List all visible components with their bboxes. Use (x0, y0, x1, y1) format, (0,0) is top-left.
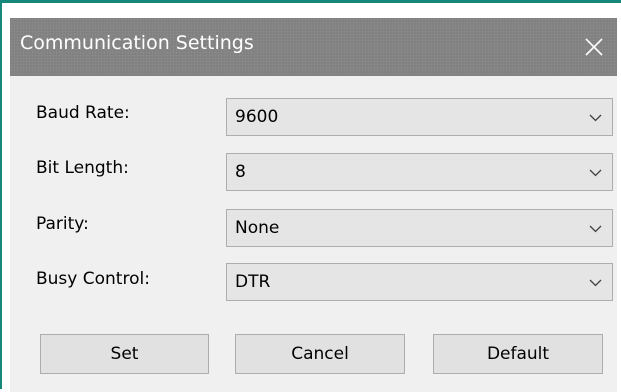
bit-length-label: Bit Length: (36, 158, 129, 178)
chevron-down-icon (589, 225, 602, 233)
close-button[interactable] (571, 18, 617, 76)
title-bar[interactable]: Communication Settings (10, 18, 617, 76)
window-title: Communication Settings (20, 32, 254, 54)
busy-control-select[interactable]: DTR (226, 263, 613, 301)
busy-control-value: DTR (235, 272, 271, 292)
set-button[interactable]: Set (40, 334, 209, 374)
baud-rate-select[interactable]: 9600 (226, 98, 613, 136)
baud-rate-label: Baud Rate: (36, 103, 130, 123)
parity-label: Parity: (36, 214, 89, 234)
parity-select[interactable]: None (226, 209, 613, 247)
bit-length-select[interactable]: 8 (226, 153, 613, 191)
chevron-down-icon (589, 279, 602, 287)
busy-control-label: Busy Control: (36, 269, 150, 289)
bit-length-value: 8 (235, 162, 246, 182)
close-icon (585, 38, 603, 56)
chevron-down-icon (589, 169, 602, 177)
communication-settings-dialog: Communication Settings Baud Rate: 9600 B… (10, 18, 617, 392)
parity-value: None (235, 218, 280, 238)
baud-rate-value: 9600 (235, 107, 279, 127)
cancel-button[interactable]: Cancel (235, 334, 405, 374)
window-frame: Communication Settings Baud Rate: 9600 B… (0, 0, 621, 392)
chevron-down-icon (589, 114, 602, 122)
default-button[interactable]: Default (433, 334, 603, 374)
